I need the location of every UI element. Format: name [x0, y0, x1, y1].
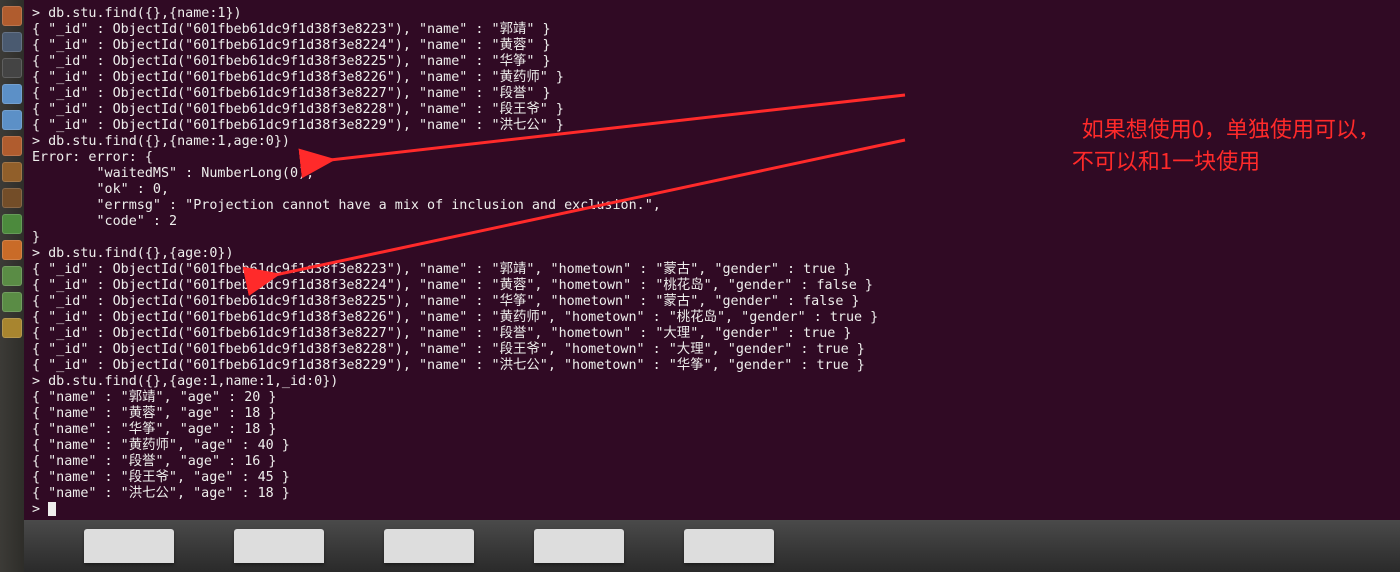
terminal-line: { "name" : "黄药师", "age" : 40 } [32, 438, 1392, 454]
taskbar-folder-icon[interactable] [684, 529, 774, 563]
launcher-item[interactable] [2, 266, 22, 286]
taskbar-folder-icon[interactable] [84, 529, 174, 563]
launcher-item[interactable] [2, 32, 22, 52]
terminal-line: { "_id" : ObjectId("601fbeb61dc9f1d38f3e… [32, 262, 1392, 278]
terminal-line: { "_id" : ObjectId("601fbeb61dc9f1d38f3e… [32, 294, 1392, 310]
launcher-item[interactable] [2, 240, 22, 260]
terminal-line: { "_id" : ObjectId("601fbeb61dc9f1d38f3e… [32, 326, 1392, 342]
launcher-item[interactable] [2, 292, 22, 312]
annotation-line: 不可以和1一块使用 [1072, 144, 1260, 176]
terminal-line: { "_id" : ObjectId("601fbeb61dc9f1d38f3e… [32, 342, 1392, 358]
launcher-item[interactable] [2, 58, 22, 78]
terminal-line: { "_id" : ObjectId("601fbeb61dc9f1d38f3e… [32, 22, 1392, 38]
terminal-line: { "name" : "段王爷", "age" : 45 } [32, 470, 1392, 486]
terminal-line: { "name" : "段誉", "age" : 16 } [32, 454, 1392, 470]
launcher-item[interactable] [2, 110, 22, 130]
taskbar-folder-icon[interactable] [384, 529, 474, 563]
taskbar [24, 520, 1400, 572]
launcher-item[interactable] [2, 188, 22, 208]
terminal-line: { "name" : "郭靖", "age" : 20 } [32, 390, 1392, 406]
annotation-text: 如果想使用0，单独使用可以， 不可以和1一块使用 [1072, 80, 1380, 176]
terminal-line: { "name" : "华筝", "age" : 18 } [32, 422, 1392, 438]
annotation-line: 如果想使用0，单独使用可以， [1082, 112, 1380, 144]
cursor [48, 502, 56, 516]
launcher-item[interactable] [2, 84, 22, 104]
launcher-item[interactable] [2, 136, 22, 156]
unity-launcher [0, 0, 24, 572]
taskbar-folder-icon[interactable] [534, 529, 624, 563]
terminal-line: > db.stu.find({},{name:1}) [32, 6, 1392, 22]
terminal-line: > db.stu.find({},{age:1,name:1,_id:0}) [32, 374, 1392, 390]
launcher-item[interactable] [2, 214, 22, 234]
terminal-line: { "name" : "黄蓉", "age" : 18 } [32, 406, 1392, 422]
terminal-line: { "_id" : ObjectId("601fbeb61dc9f1d38f3e… [32, 310, 1392, 326]
terminal-line: { "_id" : ObjectId("601fbeb61dc9f1d38f3e… [32, 38, 1392, 54]
terminal-line: } [32, 230, 1392, 246]
terminal-line: { "_id" : ObjectId("601fbeb61dc9f1d38f3e… [32, 278, 1392, 294]
taskbar-folder-icon[interactable] [234, 529, 324, 563]
terminal-line: { "_id" : ObjectId("601fbeb61dc9f1d38f3e… [32, 358, 1392, 374]
launcher-item[interactable] [2, 318, 22, 338]
terminal-line: > db.stu.find({},{age:0}) [32, 246, 1392, 262]
launcher-item[interactable] [2, 6, 22, 26]
terminal-line: { "name" : "洪七公", "age" : 18 } [32, 486, 1392, 502]
terminal-window[interactable]: > db.stu.find({},{name:1}){ "_id" : Obje… [24, 0, 1400, 520]
terminal-line: "ok" : 0, [32, 182, 1392, 198]
terminal-prompt[interactable]: > [32, 502, 1392, 518]
terminal-line: { "_id" : ObjectId("601fbeb61dc9f1d38f3e… [32, 54, 1392, 70]
terminal-line: "code" : 2 [32, 214, 1392, 230]
terminal-line: "errmsg" : "Projection cannot have a mix… [32, 198, 1392, 214]
launcher-item[interactable] [2, 162, 22, 182]
